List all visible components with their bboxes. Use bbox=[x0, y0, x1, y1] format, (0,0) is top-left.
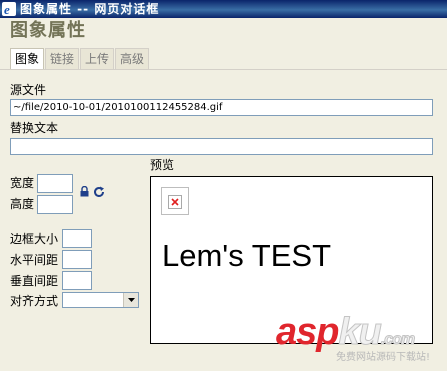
broken-image-placeholder bbox=[161, 187, 189, 215]
tab-divider bbox=[0, 69, 447, 70]
lock-icon[interactable] bbox=[80, 185, 89, 197]
width-label: 宽度 bbox=[10, 176, 35, 190]
vspace-label: 垂直间距 bbox=[10, 274, 59, 288]
svg-text:e: e bbox=[4, 2, 10, 16]
tab-link[interactable]: 链接 bbox=[45, 48, 80, 70]
broken-image-icon bbox=[168, 195, 182, 209]
tab-bar: 图象 链接 上传 高级 bbox=[10, 48, 150, 71]
border-label: 边框大小 bbox=[10, 232, 59, 246]
align-select-value bbox=[63, 293, 123, 307]
tab-image[interactable]: 图象 bbox=[10, 48, 45, 71]
alt-text-input[interactable] bbox=[10, 138, 433, 155]
vspace-input[interactable] bbox=[62, 271, 92, 290]
width-input[interactable] bbox=[37, 174, 73, 193]
ie-icon: e bbox=[2, 2, 16, 16]
height-label: 高度 bbox=[10, 197, 35, 211]
hspace-input[interactable] bbox=[62, 250, 92, 269]
align-label: 对齐方式 bbox=[10, 294, 59, 308]
preview-label: 预览 bbox=[150, 158, 175, 172]
alt-text-label: 替换文本 bbox=[10, 121, 59, 135]
tab-upload[interactable]: 上传 bbox=[80, 48, 115, 70]
preview-text: Lem's TEST bbox=[162, 238, 332, 273]
watermark-subtitle: 免费网站源码下载站! bbox=[336, 352, 431, 363]
hspace-label: 水平间距 bbox=[10, 253, 59, 267]
window-title: 图象属性 -- 网页对话框 bbox=[20, 2, 160, 16]
reset-size-icon[interactable] bbox=[93, 186, 105, 198]
border-input[interactable] bbox=[62, 229, 92, 248]
dialog-title: 图象属性 bbox=[10, 20, 86, 41]
tab-advanced[interactable]: 高级 bbox=[115, 48, 150, 70]
source-input[interactable]: ~/file/2010-10-01/2010100112455284.gif bbox=[10, 99, 433, 116]
source-label: 源文件 bbox=[10, 83, 47, 97]
chevron-down-icon[interactable] bbox=[123, 293, 138, 307]
title-bar[interactable]: e 图象属性 -- 网页对话框 bbox=[0, 0, 447, 18]
height-input[interactable] bbox=[37, 195, 73, 214]
align-select[interactable] bbox=[62, 292, 139, 308]
watermark-logo: aspku.com 免费网站源码下载站! bbox=[276, 312, 446, 370]
